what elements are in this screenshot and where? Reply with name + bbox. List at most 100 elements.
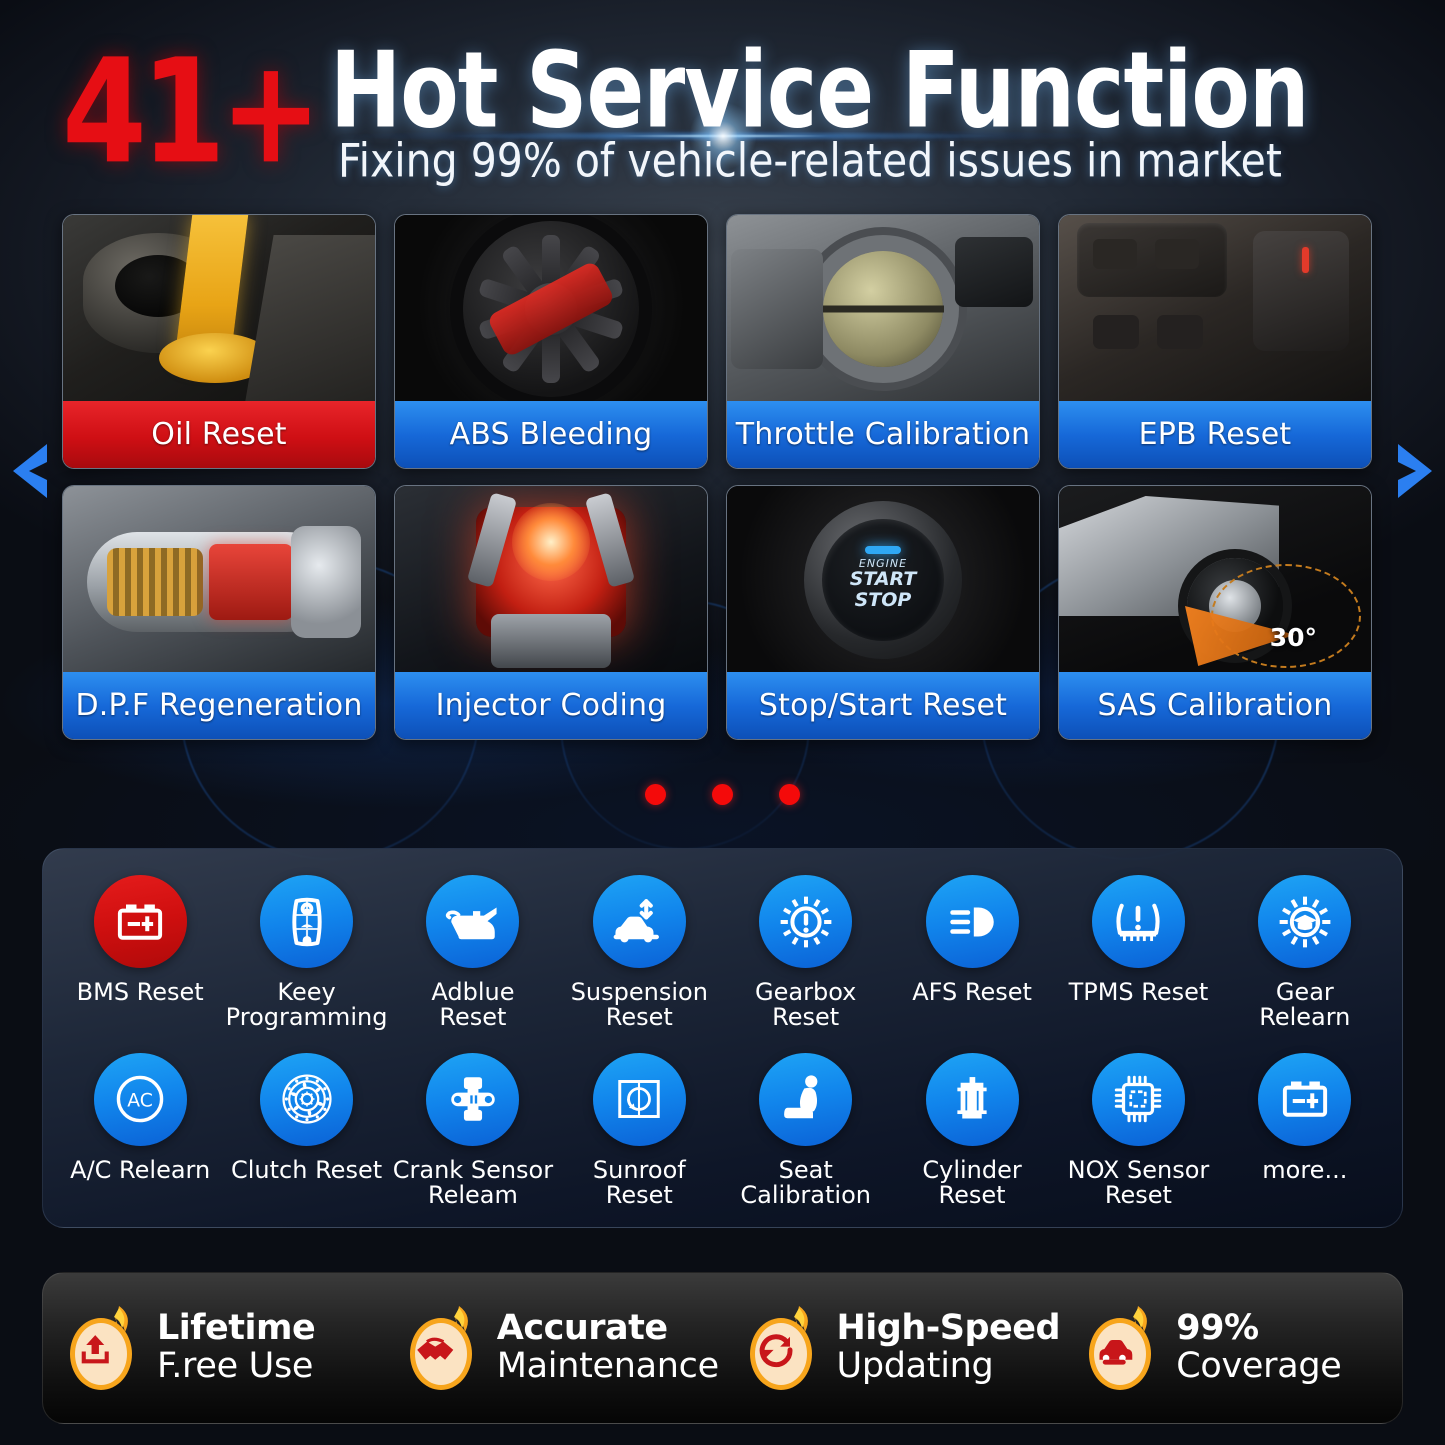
carousel-dot[interactable] xyxy=(645,784,666,805)
car-seat-icon xyxy=(759,1052,853,1146)
page-subtitle: Fixing 99% of vehicle-related issues in … xyxy=(338,133,1282,188)
alloy-wheel-brake-caliper-photo xyxy=(395,215,707,403)
gear-warning-icon xyxy=(759,875,853,968)
function-item[interactable]: BMS Reset xyxy=(57,875,223,1031)
service-card-label: SAS Calibration xyxy=(1059,672,1371,739)
feature-title: Lifetime xyxy=(157,1307,316,1348)
function-item[interactable]: Keey Programming xyxy=(223,875,389,1031)
feature-title: 99% xyxy=(1176,1307,1259,1348)
function-item-label: Cylinder Reset xyxy=(922,1155,1022,1210)
function-item-label: Gearbox Reset xyxy=(755,978,857,1032)
badge-count: 41+ xyxy=(62,28,322,196)
function-item-label: Keey Programming xyxy=(225,978,388,1032)
function-item[interactable]: Cylinder Reset xyxy=(889,1052,1055,1210)
battery-icon xyxy=(93,875,187,968)
feature-subtitle: Maintenance xyxy=(496,1346,719,1387)
engine-start-stop-button: ENGINE START STOP xyxy=(727,486,1039,674)
carousel-next-arrow[interactable] xyxy=(1393,438,1439,504)
service-card[interactable]: 30° SAS Calibration xyxy=(1058,485,1372,740)
service-card[interactable]: Throttle Calibration xyxy=(726,214,1040,469)
feature-subtitle: Coverage xyxy=(1176,1346,1342,1387)
service-card-label: EPB Reset xyxy=(1059,401,1371,468)
feature-title: High-Speed xyxy=(836,1307,1061,1348)
function-item[interactable]: Adblue Reset xyxy=(390,875,556,1031)
function-item[interactable]: Seat Calibration xyxy=(723,1052,889,1210)
feature-subtitle: F.ree Use xyxy=(157,1346,314,1387)
clutch-disc-icon xyxy=(260,1052,354,1146)
chevron-left-icon xyxy=(13,444,47,498)
function-item[interactable]: Sunroof Reset xyxy=(556,1052,722,1210)
sunroof-icon xyxy=(592,1052,686,1146)
function-item-label: more... xyxy=(1262,1155,1348,1184)
tire-pressure-icon xyxy=(1091,875,1185,968)
feature-subtitle: Updating xyxy=(836,1346,994,1387)
feature-bar: Lifetime F.ree Use Accurate Maintenance Hi… xyxy=(42,1272,1403,1424)
svg-text:AC: AC xyxy=(127,1091,153,1112)
function-item[interactable]: Clutch Reset xyxy=(223,1052,389,1209)
function-item[interactable]: Gearbox Reset xyxy=(723,875,889,1031)
function-item[interactable]: AFS Reset xyxy=(889,875,1055,1031)
service-card-label: ABS Bleeding xyxy=(395,401,707,468)
function-item-label: Clutch Reset xyxy=(231,1155,383,1184)
function-item[interactable]: NOX Sensor Reset xyxy=(1055,1052,1221,1210)
oil-can-icon xyxy=(426,875,520,968)
handshake-icon xyxy=(405,1302,483,1394)
chip-sensor-icon xyxy=(1091,1052,1185,1146)
refresh-cycle-icon xyxy=(745,1302,823,1394)
function-item-label: A/C Relearn xyxy=(70,1155,211,1184)
gear-graduation-icon xyxy=(1258,875,1352,968)
function-item-label: AFS Reset xyxy=(912,978,1032,1006)
function-item[interactable]: AC A/C Relearn xyxy=(57,1052,223,1209)
function-row-1: BMS Reset Keey Programming Adblue Reset Sus… xyxy=(57,875,1388,1031)
function-item-label: Sunroof Reset xyxy=(592,1155,686,1210)
function-item[interactable]: Gear Relearn xyxy=(1222,875,1388,1031)
car-front-icon xyxy=(1084,1302,1162,1394)
feature-item: Lifetime F.ree Use xyxy=(43,1302,383,1394)
steering-angle-sensor-car-diagram: 30° xyxy=(1059,486,1371,674)
center-console-buttons-photo xyxy=(1059,215,1371,403)
feature-item: High-Speed Updating xyxy=(723,1302,1063,1394)
function-item-label: Suspension Reset xyxy=(570,978,708,1032)
service-card-label: Stop/Start Reset xyxy=(727,672,1039,739)
service-card[interactable]: D.P.F Regeneration xyxy=(62,485,376,740)
service-card[interactable]: Injector Coding xyxy=(394,485,708,740)
car-suspension-icon xyxy=(592,875,686,968)
headlight-icon xyxy=(925,875,1019,968)
cylinder-icon xyxy=(925,1052,1019,1146)
service-card[interactable]: EPB Reset xyxy=(1058,214,1372,469)
service-card-label: Injector Coding xyxy=(395,672,707,739)
function-item[interactable]: more... xyxy=(1222,1052,1388,1209)
function-row-2: AC A/C Relearn Clutch Reset Crank Sensor Re… xyxy=(57,1052,1388,1210)
function-item[interactable]: Crank Sensor Releam xyxy=(390,1052,556,1210)
function-item-label: Crank Sensor Releam xyxy=(392,1155,554,1210)
carousel-dot[interactable] xyxy=(712,784,733,805)
chevron-right-icon xyxy=(1398,444,1432,498)
service-card[interactable]: ABS Bleeding xyxy=(394,214,708,469)
function-item-label: Adblue Reset xyxy=(431,978,515,1032)
function-item-label: Seat Calibration xyxy=(740,1155,871,1210)
page-header: 41+ Hot Service Function Fixing 99% of v… xyxy=(0,0,1445,200)
carousel-dot[interactable] xyxy=(779,784,800,805)
function-item[interactable]: TPMS Reset xyxy=(1055,875,1221,1031)
service-card[interactable]: ENGINE START STOP Stop/Start Reset xyxy=(726,485,1040,740)
key-lock-icon xyxy=(260,875,354,968)
service-card-label: Oil Reset xyxy=(63,401,375,468)
engine-oil-pour-photo xyxy=(63,215,375,403)
carousel-dots[interactable] xyxy=(0,784,1445,805)
crank-sensor-icon xyxy=(426,1052,520,1146)
function-item[interactable]: Suspension Reset xyxy=(556,875,722,1031)
carousel-prev-arrow[interactable] xyxy=(6,438,52,504)
service-card[interactable]: Oil Reset xyxy=(62,214,376,469)
function-item-label: Gear Relearn xyxy=(1259,978,1351,1032)
service-card-grid: Oil Reset ABS Bleeding Throttle Calibrat… xyxy=(62,214,1382,740)
function-item-label: TPMS Reset xyxy=(1068,978,1209,1006)
function-item-label: NOX Sensor Reset xyxy=(1067,1155,1210,1210)
function-item-label: BMS Reset xyxy=(76,978,204,1006)
battery-icon xyxy=(1258,1052,1352,1146)
function-icon-panel: BMS Reset Keey Programming Adblue Reset Sus… xyxy=(42,848,1403,1228)
engine-piston-combustion-glow xyxy=(395,486,707,674)
service-card-label: D.P.F Regeneration xyxy=(63,672,375,739)
throttle-body-photo xyxy=(727,215,1039,403)
feature-title: Accurate xyxy=(496,1307,668,1348)
feature-item: 99% Coverage xyxy=(1062,1302,1402,1394)
